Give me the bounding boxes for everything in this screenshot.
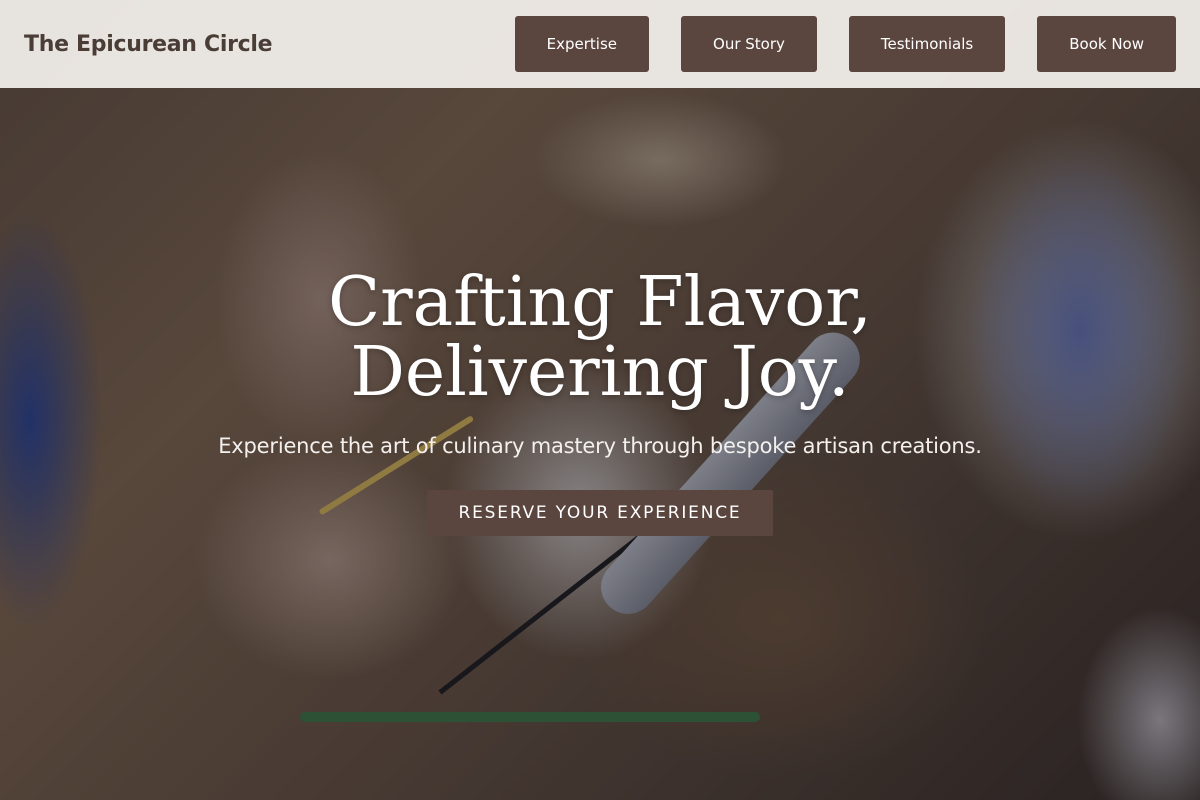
nav-testimonials-button[interactable]: Testimonials (848, 16, 1006, 72)
hero-section: Crafting Flavor, Delivering Joy. Experie… (0, 268, 1200, 536)
nav-book-now-button[interactable]: Book Now (1037, 16, 1176, 72)
page: The Epicurean Circle Expertise Our Story… (0, 0, 1200, 800)
hero-title-line-2: Delivering Joy. (350, 333, 850, 412)
hero-subtitle: Experience the art of culinary mastery t… (218, 434, 982, 458)
site-header: The Epicurean Circle Expertise Our Story… (0, 0, 1200, 88)
hero-title-line-1: Crafting Flavor, (328, 263, 872, 342)
nav-our-story-button[interactable]: Our Story (681, 16, 817, 72)
reserve-experience-button[interactable]: RESERVE YOUR EXPERIENCE (426, 490, 774, 536)
brand-logo[interactable]: The Epicurean Circle (24, 32, 273, 57)
main-nav: Expertise Our Story Testimonials Book No… (514, 16, 1176, 72)
nav-expertise-button[interactable]: Expertise (514, 16, 650, 72)
hero-title: Crafting Flavor, Delivering Joy. (0, 268, 1200, 408)
